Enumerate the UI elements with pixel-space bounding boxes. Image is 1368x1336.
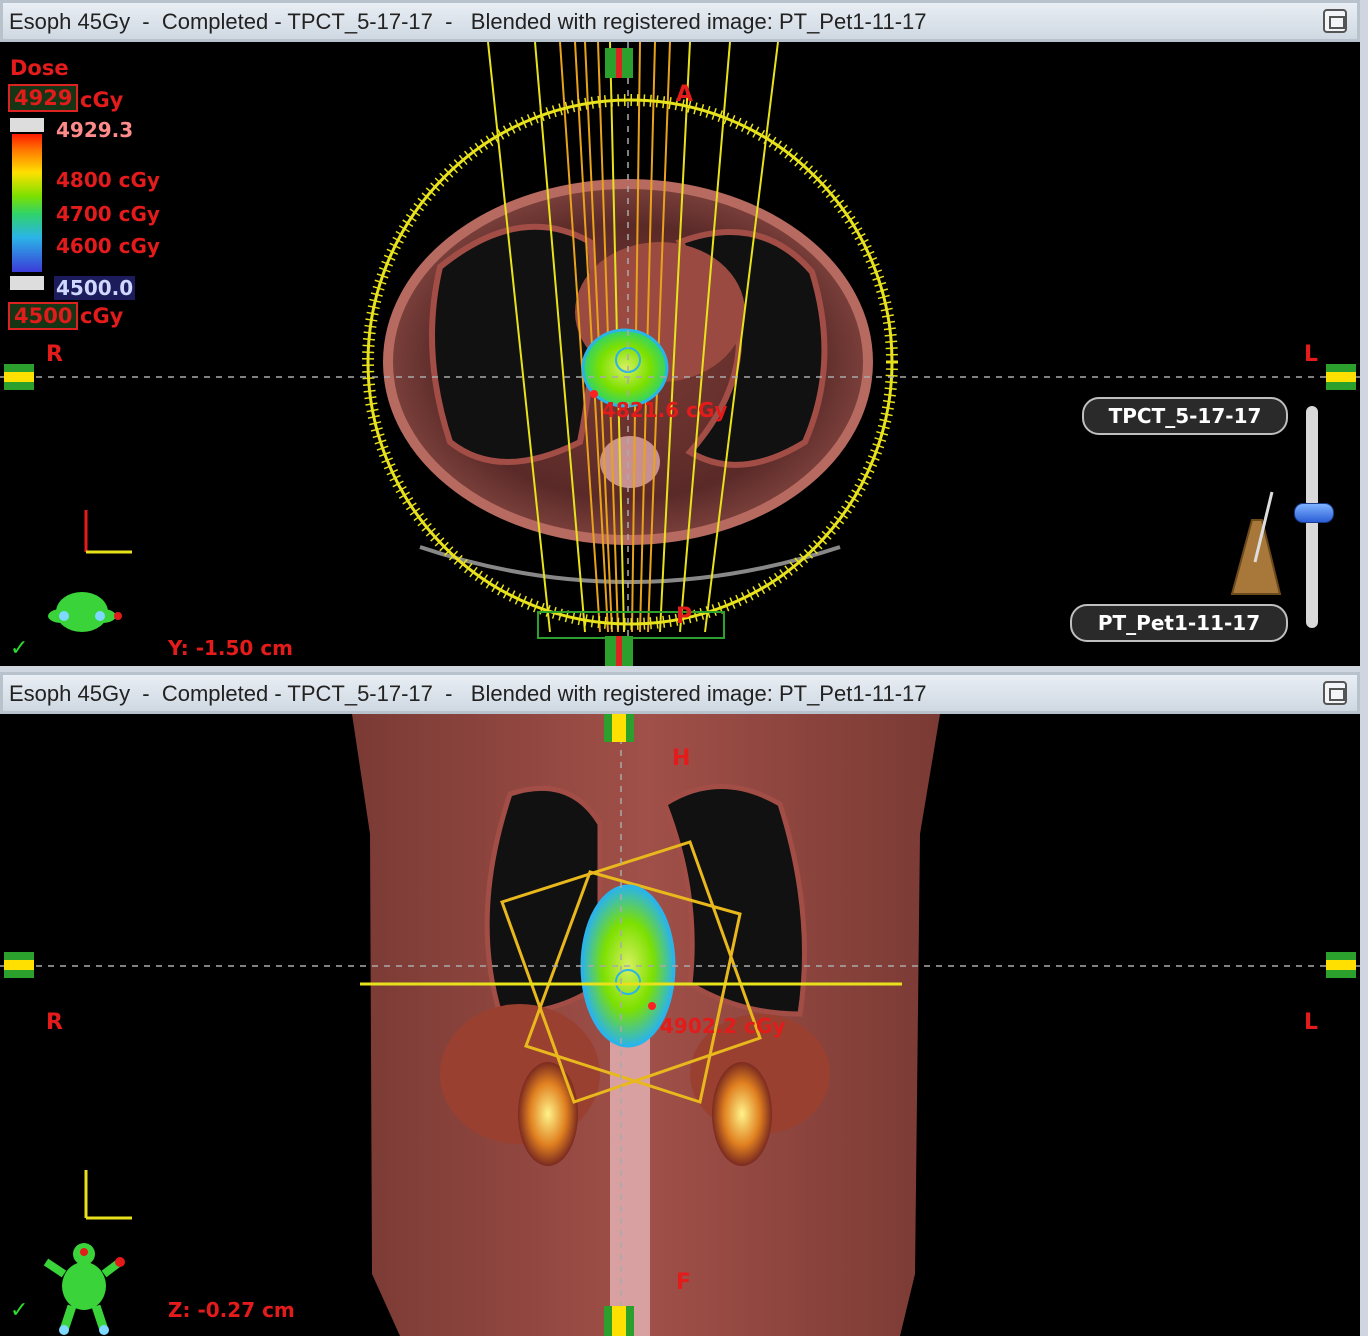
check-icon: ✓ — [10, 1298, 29, 1323]
legend-max-arrow-button[interactable] — [10, 118, 44, 132]
axial-view-title: Esoph 45Gy - Completed - TPCT_5-17-17 - … — [9, 9, 927, 34]
bottom-marker-center — [616, 636, 622, 666]
legend-max-value: 4929.3 — [56, 118, 134, 142]
legend-tick-4800: 4800 cGy — [56, 168, 160, 192]
dose-min-input[interactable]: 4500 — [8, 302, 79, 330]
dose-point — [590, 390, 598, 398]
top-marker-center — [612, 714, 626, 742]
axial-view-pane[interactable]: Esoph 45Gy - Completed - TPCT_5-17-17 - … — [0, 0, 1368, 666]
coordinate-readout: Z: -0.27 cm — [168, 1298, 295, 1322]
coronal-title-bar: Esoph 45Gy - Completed - TPCT_5-17-17 - … — [0, 672, 1360, 714]
right-edge-marker[interactable] — [1326, 364, 1356, 390]
coronal-view-title: Esoph 45Gy - Completed - TPCT_5-17-17 - … — [9, 681, 927, 706]
axial-title-bar: Esoph 45Gy - Completed - TPCT_5-17-17 - … — [0, 0, 1360, 42]
right-lung — [429, 223, 597, 465]
patient-orientation-icon — [43, 1243, 125, 1335]
axial-image-viewport[interactable]: A P R L Dose 4929 cGy 4929.3 4800 cGy 47… — [0, 42, 1360, 666]
pane-border — [1360, 672, 1368, 1336]
right-edge-marker[interactable] — [1326, 952, 1356, 978]
legend-min-arrow-button[interactable] — [10, 276, 44, 290]
orientation-left: L — [1304, 342, 1319, 367]
dose-legend-title: Dose — [10, 56, 69, 80]
orientation-right: R — [46, 342, 63, 367]
coronal-view-pane[interactable]: Esoph 45Gy - Completed - TPCT_5-17-17 - … — [0, 672, 1368, 1336]
orientation-foot: F — [676, 1270, 692, 1295]
legend-tick-4600: 4600 cGy — [56, 234, 160, 258]
axial-image-canvas — [0, 42, 1360, 666]
coronal-image-viewport[interactable]: H F R L 4902.2 cGy Z: -0.27 cm ✓ — [0, 714, 1360, 1336]
dose-min-unit: cGy — [80, 304, 124, 328]
top-marker-center — [616, 48, 622, 78]
pane-border — [1360, 0, 1368, 666]
primary-image-set-label[interactable]: TPCT_5-17-17 — [1082, 397, 1288, 435]
left-kidney — [712, 1062, 772, 1166]
dose-max-unit: cGy — [80, 88, 124, 112]
bottom-marker-center — [612, 1306, 626, 1336]
check-icon: ✓ — [10, 636, 29, 661]
blend-slider-thumb[interactable] — [1294, 502, 1334, 523]
dose-max-input[interactable]: 4929 — [8, 84, 79, 112]
maximize-icon[interactable] — [1323, 9, 1347, 33]
point-dose-readout: 4821.6 cGy — [602, 398, 728, 422]
coordinate-readout: Y: -1.50 cm — [168, 636, 294, 660]
legend-min-value: 4500.0 — [54, 276, 136, 300]
left-edge-marker[interactable] — [4, 952, 34, 978]
orientation-left: L — [1304, 1010, 1319, 1035]
vertebra — [600, 436, 660, 488]
secondary-image-set-label[interactable]: PT_Pet1-11-17 — [1070, 604, 1288, 642]
orientation-anterior: A — [676, 82, 694, 107]
left-edge-marker[interactable] — [4, 364, 34, 390]
right-kidney — [518, 1062, 578, 1166]
orientation-right: R — [46, 1010, 63, 1035]
dose-point — [648, 1002, 656, 1010]
orientation-posterior: P — [676, 604, 693, 629]
point-dose-readout: 4902.2 cGy — [660, 1014, 786, 1038]
orientation-head: H — [672, 746, 691, 771]
legend-tick-4700: 4700 cGy — [56, 202, 160, 226]
dose-color-scale — [12, 134, 42, 272]
maximize-icon[interactable] — [1323, 681, 1347, 705]
